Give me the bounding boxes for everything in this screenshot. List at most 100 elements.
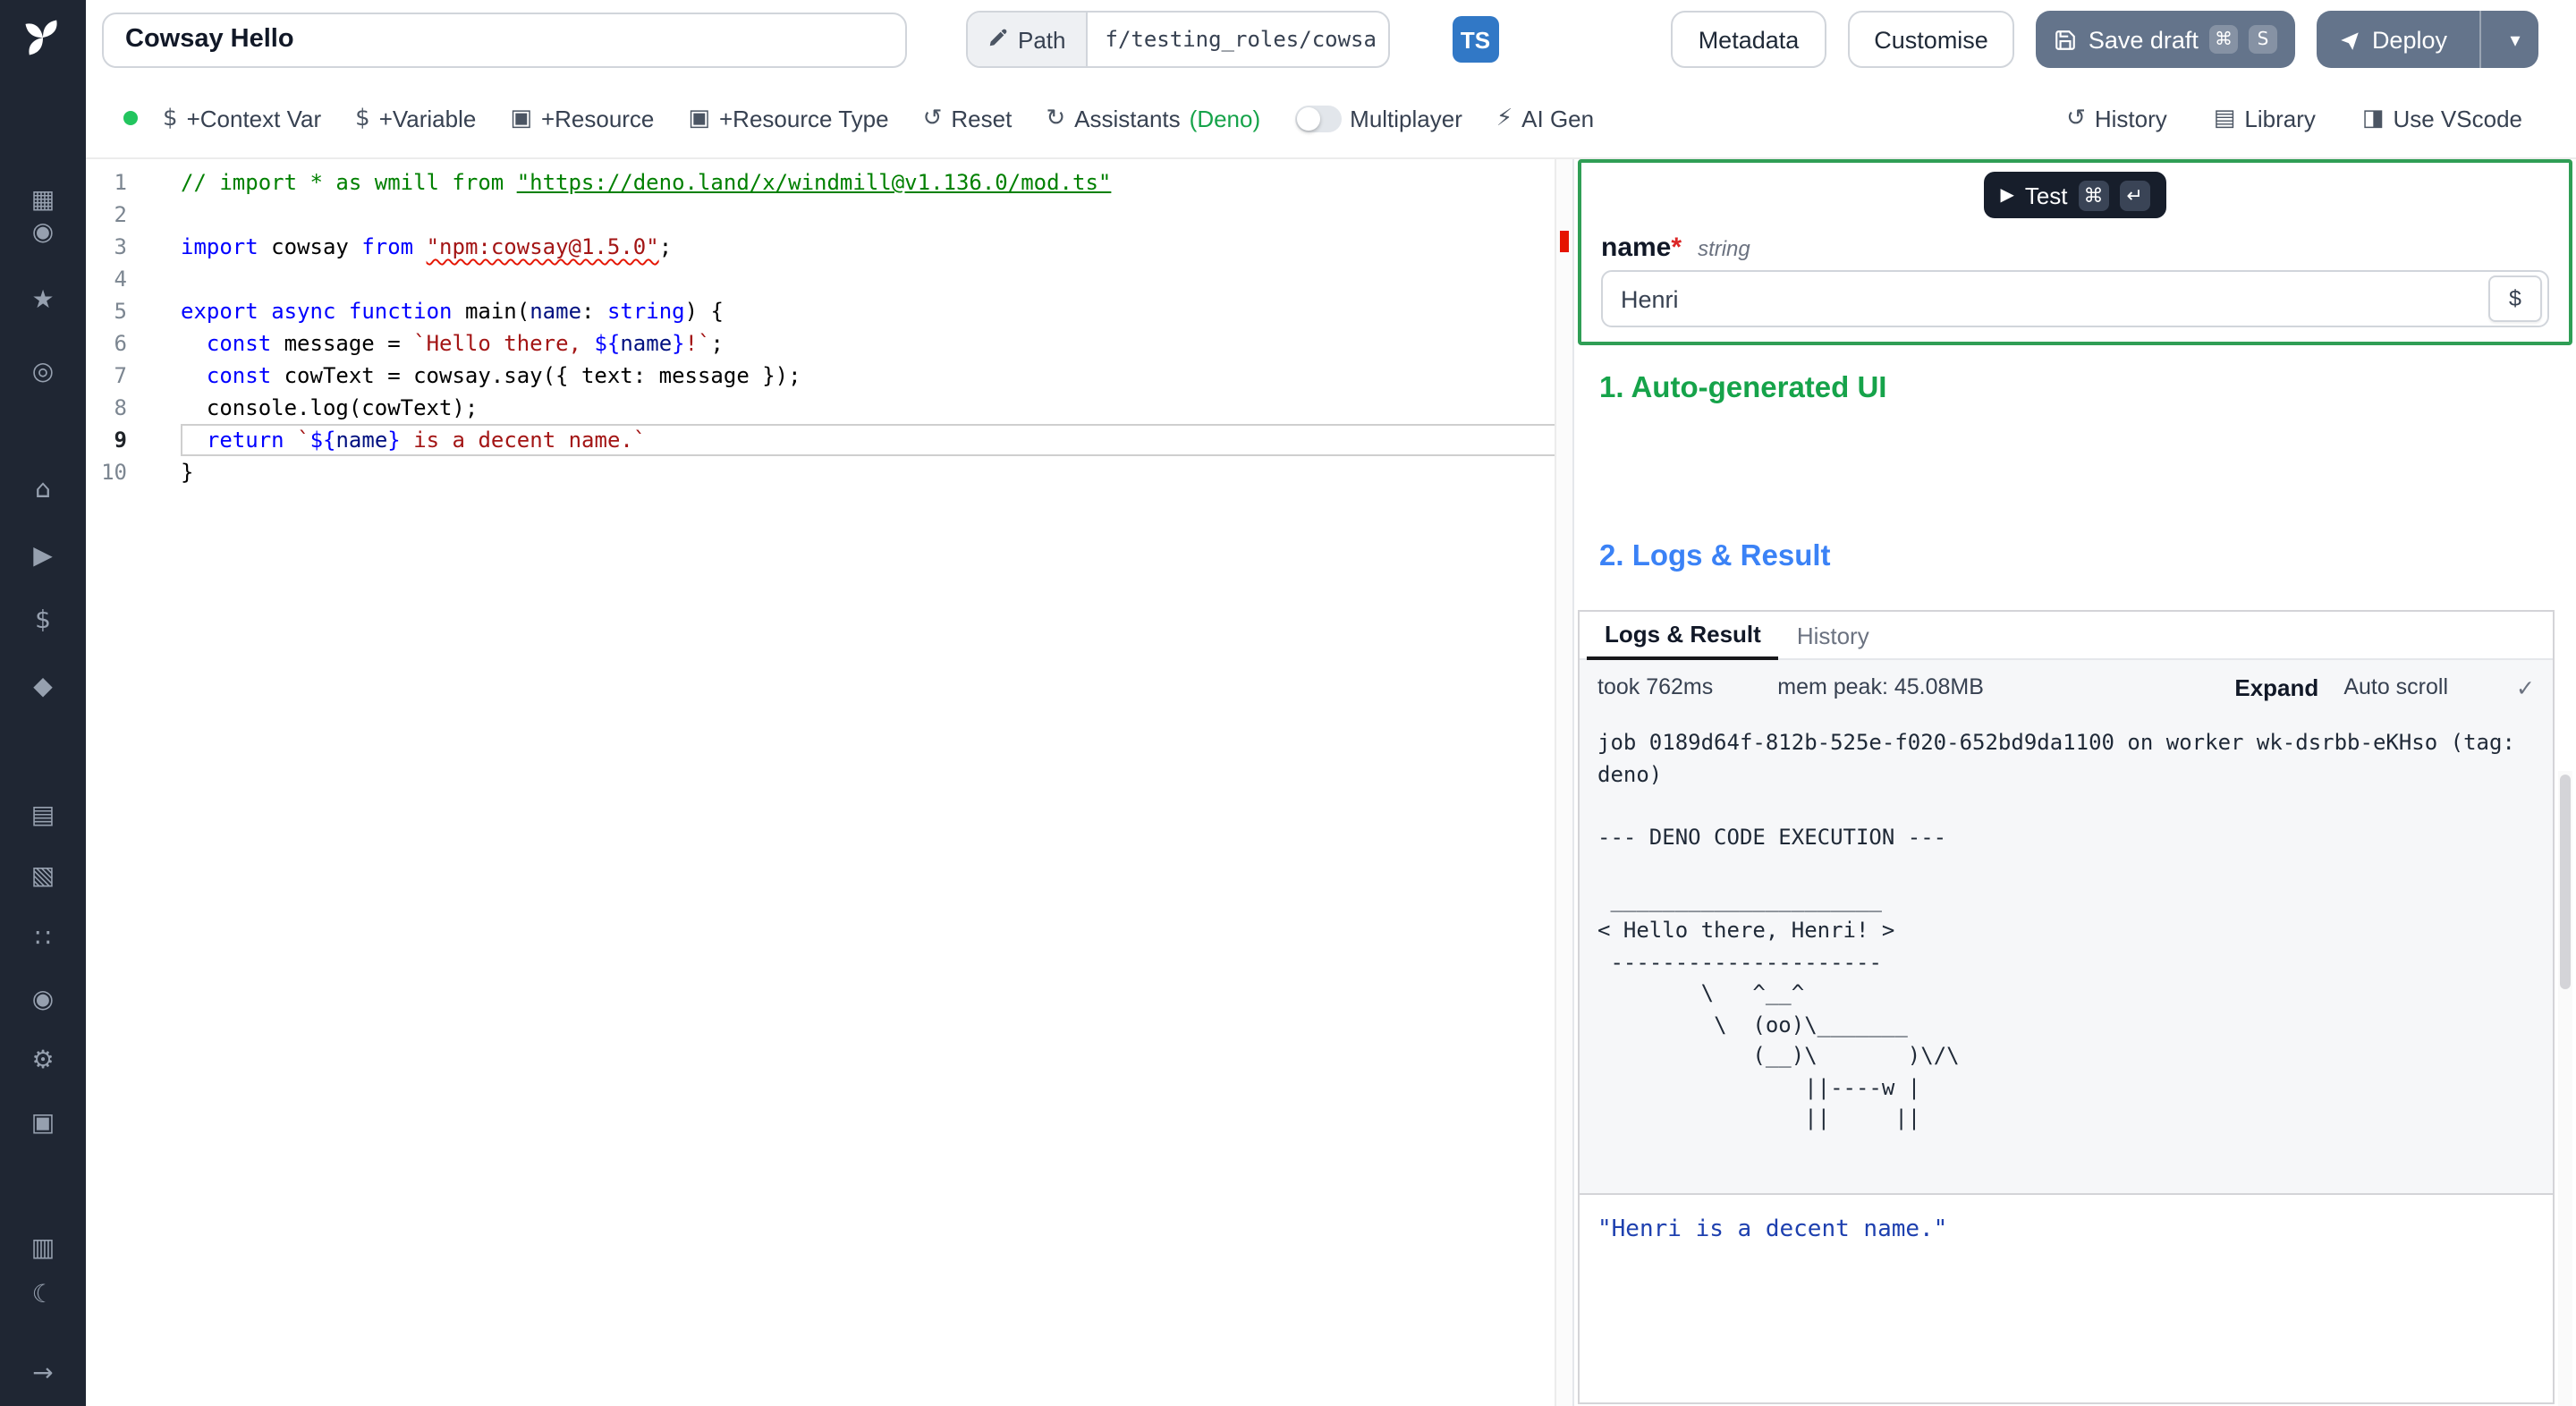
code-line-8[interactable]: 8 console.log(cowText);: [86, 392, 1572, 424]
windmill-script-editor: ▦ ◉ ★ ◎ ⌂ ▶ $ ◆ ▤ ▧ ∷ ◉ ⚙ ▣ ▥ ☾ → Path f/testing_roles/c…: [0, 0, 2576, 1406]
path-widget[interactable]: Path f/testing_roles/cowsa: [966, 11, 1390, 68]
logs-result-heading: 2. Logs & Result: [1599, 540, 1831, 572]
user-icon[interactable]: ◉: [0, 218, 86, 247]
code-line-1[interactable]: 1// import * as wmill from "https://deno…: [86, 166, 1572, 199]
right-panel: ▶ Test ⌘ ↵ name * string $: [1572, 159, 2576, 1406]
audit-eye-icon[interactable]: ◉: [0, 986, 86, 1014]
check-icon: ✓: [2516, 673, 2535, 700]
dollar-icon: $: [355, 105, 370, 131]
dark-mode-moon-icon[interactable]: ☾: [0, 1281, 86, 1309]
run-stats-bar: took 762ms mem peak: 45.08MB Expand Auto…: [1580, 660, 2553, 714]
add-resource-button[interactable]: ▣ +Resource: [510, 105, 654, 131]
save-draft-label: Save draft: [2088, 26, 2199, 53]
deploy-main[interactable]: Deploy: [2317, 11, 2469, 68]
panel-scrollbar[interactable]: [2558, 771, 2572, 1406]
save-icon: [2055, 28, 2078, 51]
code-line-7[interactable]: 7 const cowText = cowsay.say({ text: mes…: [86, 360, 1572, 392]
settings-gear-icon[interactable]: ⚙: [0, 1046, 86, 1075]
expand-sidebar-arrow-icon[interactable]: →: [0, 1359, 86, 1388]
history-button[interactable]: ↺ History: [2066, 105, 2167, 131]
docs-icon[interactable]: ▥: [0, 1234, 86, 1263]
multiplayer-label: Multiplayer: [1350, 105, 1462, 131]
insert-variable-button[interactable]: $: [2488, 275, 2542, 322]
line-number: 2: [114, 202, 127, 227]
field-label-row: name * string: [1601, 233, 2549, 263]
name-field-wrapper: $: [1601, 270, 2549, 327]
library-button[interactable]: ▤ Library: [2214, 105, 2316, 131]
workers-icon[interactable]: ▣: [0, 1109, 86, 1138]
test-button[interactable]: ▶ Test ⌘ ↵: [1984, 172, 2166, 218]
expand-button[interactable]: Expand: [2234, 673, 2318, 700]
tab-history[interactable]: History: [1779, 623, 1887, 658]
save-draft-button[interactable]: Save draft ⌘ S: [2036, 11, 2295, 68]
s-key-chip: S: [2248, 25, 2277, 54]
duration-label: took 762ms: [1597, 674, 1714, 699]
use-vscode-button[interactable]: ◨ Use VScode: [2362, 105, 2522, 131]
job-logs-output: job 0189d64f-812b-525e-f020-652bd9da1100…: [1580, 714, 2553, 1195]
code-line-6[interactable]: 6 const message = `Hello there, ${name}!…: [86, 327, 1572, 360]
folders-icon[interactable]: ▧: [0, 862, 86, 891]
add-context-var-button[interactable]: $ +Context Var: [163, 105, 321, 131]
code-line-2[interactable]: 2: [86, 199, 1572, 231]
scrollbar-thumb[interactable]: [2560, 775, 2571, 989]
home-icon[interactable]: ⌂: [0, 476, 86, 504]
tab-logs-result[interactable]: Logs & Result: [1587, 621, 1779, 660]
deploy-dropdown-button[interactable]: ▾: [2492, 11, 2538, 68]
content: 1// import * as wmill from "https://deno…: [86, 159, 2576, 1406]
multiplayer-toggle[interactable]: [1294, 105, 1342, 131]
line-number: 9: [114, 428, 127, 453]
code-line-10[interactable]: 10}: [86, 456, 1572, 488]
shared-users-icon[interactable]: ◎: [0, 358, 86, 386]
sidebar: ▦ ◉ ★ ◎ ⌂ ▶ $ ◆ ▤ ▧ ∷ ◉ ⚙ ▣ ▥ ☾ →: [0, 0, 86, 1406]
code-line-3[interactable]: 3 import cowsay from "npm:cowsay@1.5.0";: [86, 231, 1572, 263]
resources-icon[interactable]: ◆: [0, 673, 86, 701]
add-resource-type-button[interactable]: ▣ +Resource Type: [688, 105, 888, 131]
code-line-9[interactable]: 9 return `${name} is a decent name.`: [86, 424, 1572, 456]
field-type-label: string: [1698, 236, 1750, 261]
main-area: Path f/testing_roles/cowsa TS Metadata C…: [86, 0, 2576, 1406]
code-editor[interactable]: 1// import * as wmill from "https://deno…: [86, 159, 1572, 1406]
code-line-4[interactable]: 4: [86, 263, 1572, 295]
ai-gen-icon: ⚡: [1496, 105, 1513, 131]
path-edit-button[interactable]: Path: [968, 13, 1088, 66]
deploy-label: Deploy: [2371, 26, 2447, 53]
line-number: 10: [101, 460, 127, 485]
path-value[interactable]: f/testing_roles/cowsa: [1088, 13, 1388, 66]
line-number: 4: [114, 267, 127, 292]
ai-gen-button[interactable]: ⚡ AI Gen: [1496, 105, 1594, 131]
line-number: 8: [114, 395, 127, 420]
box-icon: ▣: [510, 105, 532, 131]
assistants-button[interactable]: ↻ Assistants (Deno): [1046, 105, 1260, 131]
multiplayer-toggle-group: Multiplayer: [1294, 105, 1462, 131]
auto-scroll-toggle[interactable]: Auto scroll: [2343, 674, 2448, 699]
reset-button[interactable]: ↺ Reset: [923, 105, 1013, 131]
box-icon: ▣: [688, 105, 710, 131]
metadata-button[interactable]: Metadata: [1671, 11, 1826, 68]
editor-scrollbar[interactable]: [1555, 159, 1572, 1406]
result-tabs: Logs & Result History: [1580, 612, 2553, 660]
script-name-input[interactable]: [102, 12, 907, 67]
topbar: Path f/testing_roles/cowsa TS Metadata C…: [86, 0, 2576, 79]
add-variable-button[interactable]: $ +Variable: [355, 105, 476, 131]
schedules-calendar-icon[interactable]: ▤: [0, 801, 86, 830]
logs-result-card: Logs & Result History took 762ms mem pea…: [1578, 610, 2555, 1404]
assistants-lang-label: (Deno): [1189, 105, 1261, 131]
deploy-button[interactable]: Deploy ▾: [2316, 11, 2538, 68]
line-number: 5: [114, 299, 127, 324]
customise-button[interactable]: Customise: [1847, 11, 2015, 68]
path-label: Path: [1018, 26, 1066, 53]
variables-dollar-icon[interactable]: $: [0, 606, 86, 635]
code-line-5[interactable]: 5 export async function main(name: string…: [86, 295, 1572, 327]
line-number: 3: [114, 234, 127, 259]
typescript-badge: TS: [1452, 16, 1499, 63]
groups-icon[interactable]: ∷: [0, 925, 86, 953]
favorites-star-icon[interactable]: ★: [0, 286, 86, 315]
cmd-key-chip: ⌘: [2078, 180, 2109, 210]
error-marker: [1560, 231, 1569, 252]
toolbar-right: ↺ History ▤ Library ◨ Use VScode: [2066, 105, 2522, 131]
name-field-input[interactable]: [1603, 285, 2488, 312]
windmill-logo-icon[interactable]: [20, 14, 66, 70]
apps-icon[interactable]: ▦: [0, 186, 86, 215]
runs-play-icon[interactable]: ▶: [0, 542, 86, 571]
line-number: 6: [114, 331, 127, 356]
